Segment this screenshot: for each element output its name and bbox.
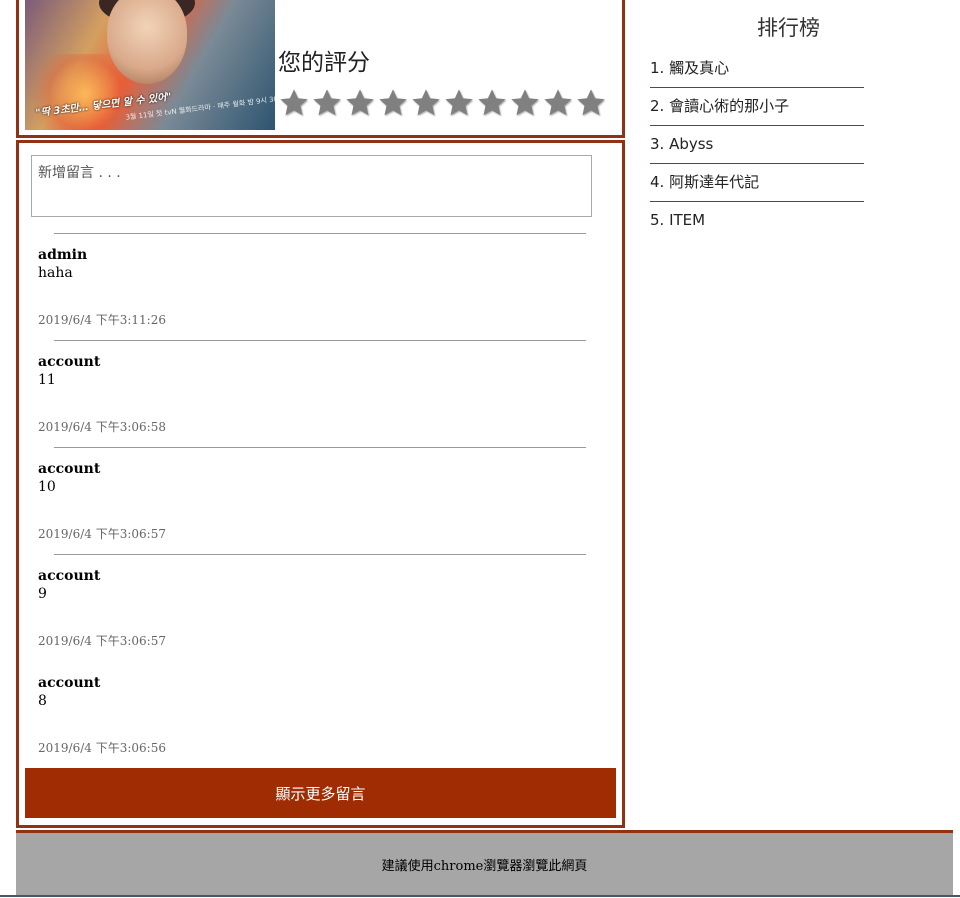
star-icon[interactable] bbox=[509, 87, 541, 119]
poster-face bbox=[107, 0, 187, 84]
star-icon[interactable] bbox=[311, 87, 343, 119]
star-icon[interactable] bbox=[344, 87, 376, 119]
ranking-item[interactable]: 5. ITEM bbox=[650, 202, 864, 239]
ranking-item[interactable]: 3. Abyss bbox=[650, 126, 864, 164]
comment-item: account 11 2019/6/4 下午3:06:58 bbox=[19, 340, 622, 447]
comment-text: 10 bbox=[38, 479, 56, 495]
comment-author: account bbox=[38, 461, 101, 477]
comment-author: account bbox=[38, 354, 101, 370]
ranking-title: 排行榜 bbox=[757, 16, 820, 40]
comment-time: 2019/6/4 下午3:06:58 bbox=[38, 420, 166, 434]
comment-item: account 9 2019/6/4 下午3:06:57 bbox=[19, 554, 622, 661]
comment-text: haha bbox=[38, 265, 73, 281]
star-icon[interactable] bbox=[377, 87, 409, 119]
comment-time: 2019/6/4 下午3:06:57 bbox=[38, 527, 166, 541]
comment-divider bbox=[54, 233, 586, 234]
ranking-item[interactable]: 4. 阿斯達年代記 bbox=[650, 164, 864, 202]
rating-label: 您的評分 bbox=[278, 50, 370, 76]
comment-text: 11 bbox=[38, 372, 56, 388]
comment-time: 2019/6/4 下午3:06:56 bbox=[38, 741, 166, 755]
comment-time: 2019/6/4 下午3:11:26 bbox=[38, 313, 166, 327]
comments-panel: admin haha 2019/6/4 下午3:11:26 account 11 2019… bbox=[16, 140, 625, 828]
comment-author: admin bbox=[38, 247, 88, 263]
footer: 建議使用chrome瀏覽器瀏覽此網頁 bbox=[16, 830, 953, 895]
star-icon[interactable] bbox=[410, 87, 442, 119]
comment-list: admin haha 2019/6/4 下午3:11:26 account 11 2019… bbox=[19, 233, 622, 768]
comment-author: account bbox=[38, 568, 101, 584]
star-icon[interactable] bbox=[278, 87, 310, 119]
ranking-item[interactable]: 2. 會讀心術的那小子 bbox=[650, 88, 864, 126]
star-icon[interactable] bbox=[575, 87, 607, 119]
bottom-divider bbox=[0, 895, 960, 897]
comment-divider bbox=[54, 554, 586, 555]
comment-divider bbox=[54, 447, 586, 448]
comment-text: 8 bbox=[38, 693, 47, 709]
comment-item: account 8 2019/6/4 下午3:06:56 bbox=[19, 661, 622, 768]
new-comment-input[interactable] bbox=[31, 155, 592, 217]
comment-time: 2019/6/4 下午3:06:57 bbox=[38, 634, 166, 648]
ranking-item[interactable]: 1. 觸及真心 bbox=[650, 50, 864, 88]
ranking-sidebar: 排行榜 1. 觸及真心 2. 會讀心術的那小子 3. Abyss 4. 阿斯達年代記 5… bbox=[650, 12, 864, 239]
comment-text: 9 bbox=[38, 586, 47, 602]
comment-divider bbox=[54, 340, 586, 341]
movie-poster-image: "딱 3초만… 닿으면 알 수 있어" 3월 11일 첫 tvN 월화드라마 ·… bbox=[25, 0, 275, 130]
comment-author: account bbox=[38, 675, 101, 691]
show-more-comments-button[interactable]: 顯示更多留言 bbox=[25, 768, 616, 818]
star-icon[interactable] bbox=[476, 87, 508, 119]
ranking-list: 1. 觸及真心 2. 會讀心術的那小子 3. Abyss 4. 阿斯達年代記 5. IT… bbox=[650, 50, 864, 239]
movie-info-panel: "딱 3초만… 닿으면 알 수 있어" 3월 11일 첫 tvN 월화드라마 ·… bbox=[16, 0, 625, 138]
comment-item: account 10 2019/6/4 下午3:06:57 bbox=[19, 447, 622, 554]
star-rating[interactable] bbox=[278, 87, 607, 119]
star-icon[interactable] bbox=[443, 87, 475, 119]
page: "딱 3초만… 닿으면 알 수 있어" 3월 11일 첫 tvN 월화드라마 ·… bbox=[0, 0, 960, 898]
star-icon[interactable] bbox=[542, 87, 574, 119]
comment-item: admin haha 2019/6/4 下午3:11:26 bbox=[19, 233, 622, 340]
footer-text: 建議使用chrome瀏覽器瀏覽此網頁 bbox=[381, 858, 588, 874]
